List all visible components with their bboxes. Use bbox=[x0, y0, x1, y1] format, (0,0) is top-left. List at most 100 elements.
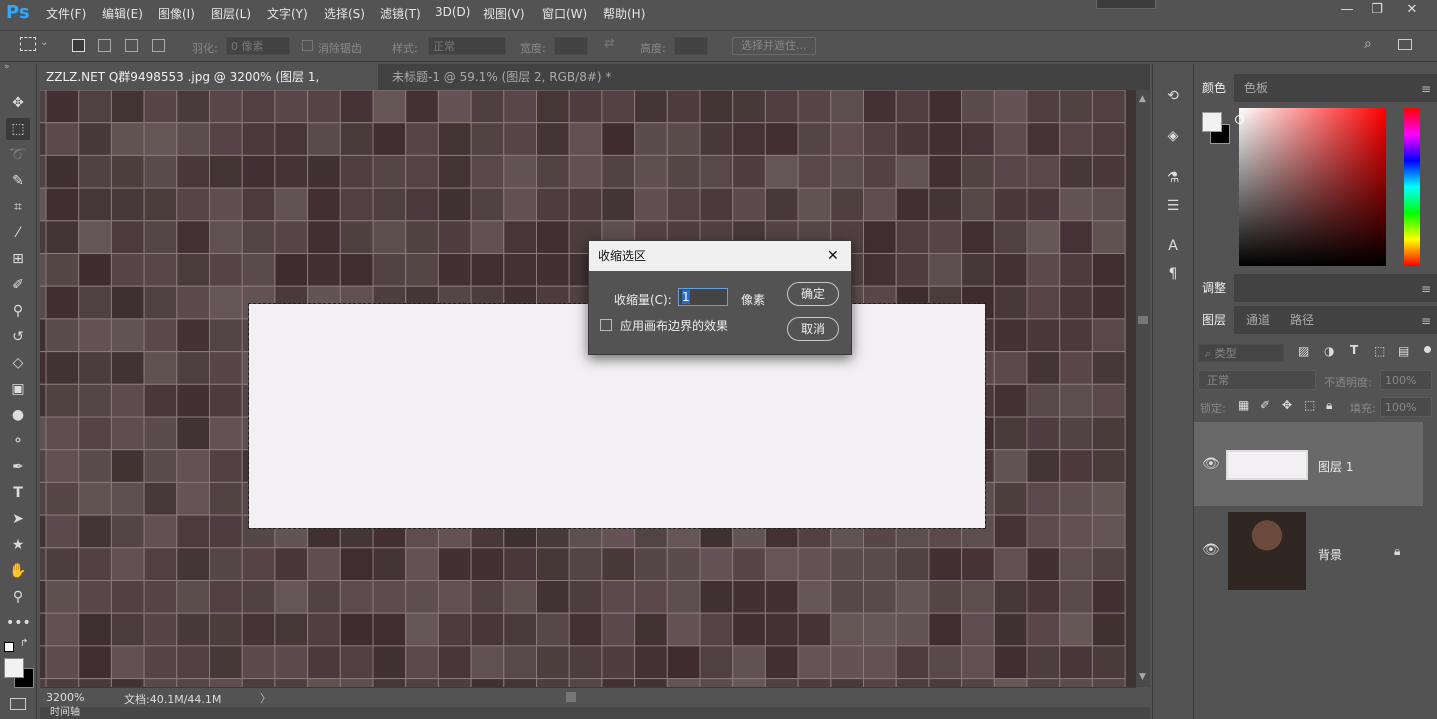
layer-row-layer1[interactable]: 👁︎ 图层 1 bbox=[1194, 422, 1423, 506]
lasso-tool-icon[interactable]: ➰ bbox=[6, 144, 30, 166]
scroll-down-icon[interactable]: ▼ bbox=[1139, 672, 1146, 682]
type-tool-icon[interactable]: T bbox=[6, 482, 30, 504]
lock-transparent-icon[interactable]: ▦ bbox=[1238, 398, 1249, 412]
quick-select-tool-icon[interactable]: ✎ bbox=[6, 170, 30, 192]
workspace-icon[interactable] bbox=[1398, 39, 1412, 50]
shape-tool-icon[interactable]: ★ bbox=[6, 534, 30, 556]
brush-settings-icon[interactable]: ⚗ bbox=[1163, 168, 1183, 188]
intersect-selection-icon[interactable] bbox=[152, 39, 165, 52]
filter-smartobject-icon[interactable]: ▤ bbox=[1398, 344, 1409, 358]
tab-channels[interactable]: 通道 bbox=[1238, 306, 1278, 334]
horizontal-scroll-thumb[interactable] bbox=[566, 692, 576, 702]
swap-colors-icon[interactable]: ↱ bbox=[20, 638, 28, 649]
properties-icon[interactable]: ☰ bbox=[1163, 196, 1183, 216]
cancel-button[interactable]: 取消 bbox=[787, 317, 839, 341]
tab-untitled-document[interactable]: 未标题-1 @ 59.1% (图层 2, RGB/8#) * × bbox=[384, 64, 624, 110]
antialias-checkbox[interactable] bbox=[302, 40, 313, 51]
scroll-thumb[interactable] bbox=[1138, 316, 1148, 324]
fg-color-chip[interactable] bbox=[1202, 112, 1222, 132]
gradient-tool-icon[interactable]: ▣ bbox=[6, 378, 30, 400]
chevron-down-icon[interactable]: ⌄ bbox=[40, 37, 48, 48]
eyedropper-tool-icon[interactable]: ⁄ bbox=[6, 222, 30, 244]
marquee-tool-icon[interactable]: ⬚ bbox=[6, 118, 30, 140]
visibility-eye-icon[interactable]: 👁︎ bbox=[1202, 456, 1220, 472]
width-input[interactable] bbox=[554, 37, 588, 55]
filter-pixel-icon[interactable]: ▨ bbox=[1298, 344, 1309, 358]
dialog-close-icon[interactable]: ✕ bbox=[827, 241, 839, 271]
tab-layers[interactable]: 图层 bbox=[1194, 306, 1235, 334]
menu-filter[interactable]: 滤镜(T) bbox=[380, 5, 421, 22]
feather-input[interactable]: 0 像素 bbox=[226, 37, 290, 55]
paragraph-icon[interactable]: ¶ bbox=[1163, 264, 1183, 284]
zoom-tool-icon[interactable]: ⚲ bbox=[6, 586, 30, 608]
menu-type[interactable]: 文字(Y) bbox=[267, 5, 308, 22]
healing-tool-icon[interactable]: ⊞ bbox=[6, 248, 30, 270]
dodge-tool-icon[interactable]: ⚬ bbox=[6, 430, 30, 452]
marquee-preset-icon[interactable] bbox=[20, 37, 36, 51]
filter-adjustment-icon[interactable]: ◑ bbox=[1324, 344, 1334, 358]
quick-mask-icon[interactable] bbox=[10, 698, 26, 710]
collapse-icon[interactable]: » bbox=[4, 62, 10, 72]
style-select[interactable]: 正常 bbox=[428, 37, 506, 55]
lock-all-icon[interactable]: 🔒︎ bbox=[1326, 398, 1332, 413]
stamp-tool-icon[interactable]: ⚲ bbox=[6, 300, 30, 322]
restore-icon[interactable]: ❐ bbox=[1362, 1, 1392, 21]
tab-color[interactable]: 颜色 bbox=[1194, 74, 1235, 102]
blur-tool-icon[interactable]: ● bbox=[6, 404, 30, 426]
contract-amount-input[interactable]: 1 bbox=[678, 288, 728, 306]
color-field[interactable] bbox=[1239, 108, 1386, 266]
menu-file[interactable]: 文件(F) bbox=[46, 5, 86, 22]
visibility-eye-icon[interactable]: 👁︎ bbox=[1202, 542, 1220, 558]
panel-menu-icon[interactable]: ≡ bbox=[1421, 314, 1431, 328]
history-brush-tool-icon[interactable]: ↺ bbox=[6, 326, 30, 348]
ok-button[interactable]: 确定 bbox=[787, 282, 839, 306]
lock-position-icon[interactable]: ✥ bbox=[1282, 398, 1292, 412]
tab-paths[interactable]: 路径 bbox=[1282, 306, 1322, 334]
search-icon[interactable]: ⌕ bbox=[1364, 36, 1372, 52]
minimize-icon[interactable]: — bbox=[1332, 1, 1362, 21]
brush-tool-icon[interactable]: ✐ bbox=[6, 274, 30, 296]
status-menu-icon[interactable]: 〉 bbox=[260, 690, 271, 706]
default-colors-icon[interactable] bbox=[4, 642, 14, 652]
menu-help[interactable]: 帮助(H) bbox=[603, 5, 645, 22]
character-icon[interactable]: A bbox=[1163, 236, 1183, 256]
lock-artboard-icon[interactable]: ⬚ bbox=[1304, 398, 1315, 412]
foreground-color-swatch[interactable] bbox=[4, 658, 24, 678]
panel-menu-icon[interactable]: ≡ bbox=[1421, 282, 1431, 296]
vertical-scrollbar[interactable]: ▲ ▼ bbox=[1136, 90, 1150, 687]
new-selection-icon[interactable] bbox=[72, 39, 85, 52]
move-tool-icon[interactable]: ✥ bbox=[6, 92, 30, 114]
hand-tool-icon[interactable]: ✋ bbox=[6, 560, 30, 582]
tab-zzlz-document[interactable]: ZZLZ.NET Q群9498553 .jpg @ 3200% (图层 1, R… bbox=[38, 64, 378, 110]
lock-image-icon[interactable]: ✐ bbox=[1260, 398, 1270, 412]
more-tools-icon[interactable]: ••• bbox=[6, 612, 31, 634]
timeline-panel-header[interactable]: 时间轴 bbox=[40, 707, 1150, 719]
eraser-tool-icon[interactable]: ◇ bbox=[6, 352, 30, 374]
scroll-up-icon[interactable]: ▲ bbox=[1139, 94, 1146, 104]
height-input[interactable] bbox=[674, 37, 708, 55]
menu-image[interactable]: 图像(I) bbox=[158, 5, 195, 22]
path-select-tool-icon[interactable]: ➤ bbox=[6, 508, 30, 530]
3d-panel-icon[interactable]: ◈ bbox=[1163, 126, 1183, 146]
crop-tool-icon[interactable]: ⌗ bbox=[6, 196, 30, 218]
add-selection-icon[interactable] bbox=[98, 39, 111, 52]
swap-icon[interactable]: ⇄ bbox=[604, 36, 615, 51]
subtract-selection-icon[interactable] bbox=[125, 39, 138, 52]
close-window-icon[interactable]: ✕ bbox=[1397, 1, 1427, 21]
menu-window[interactable]: 窗口(W) bbox=[542, 5, 587, 22]
fill-input[interactable]: 100% bbox=[1380, 397, 1432, 417]
document-canvas[interactable] bbox=[40, 90, 1136, 687]
filter-shape-icon[interactable]: ⬚ bbox=[1374, 344, 1385, 358]
hue-slider[interactable] bbox=[1404, 108, 1420, 266]
menu-view[interactable]: 视图(V) bbox=[483, 5, 525, 22]
blend-mode-select[interactable]: 正常 bbox=[1198, 370, 1316, 390]
menu-3d[interactable]: 3D(D) bbox=[435, 5, 470, 19]
tab-swatches[interactable]: 色板 bbox=[1236, 74, 1276, 102]
layer-kind-filter[interactable]: ⌕ 类型 bbox=[1198, 344, 1284, 362]
menu-select[interactable]: 选择(S) bbox=[324, 5, 365, 22]
menu-layer[interactable]: 图层(L) bbox=[211, 5, 251, 22]
filter-type-icon[interactable]: T bbox=[1350, 343, 1358, 357]
zoom-level[interactable]: 3200% bbox=[46, 691, 84, 704]
filter-toggle-icon[interactable] bbox=[1424, 346, 1431, 353]
opacity-input[interactable]: 100% bbox=[1380, 370, 1432, 390]
